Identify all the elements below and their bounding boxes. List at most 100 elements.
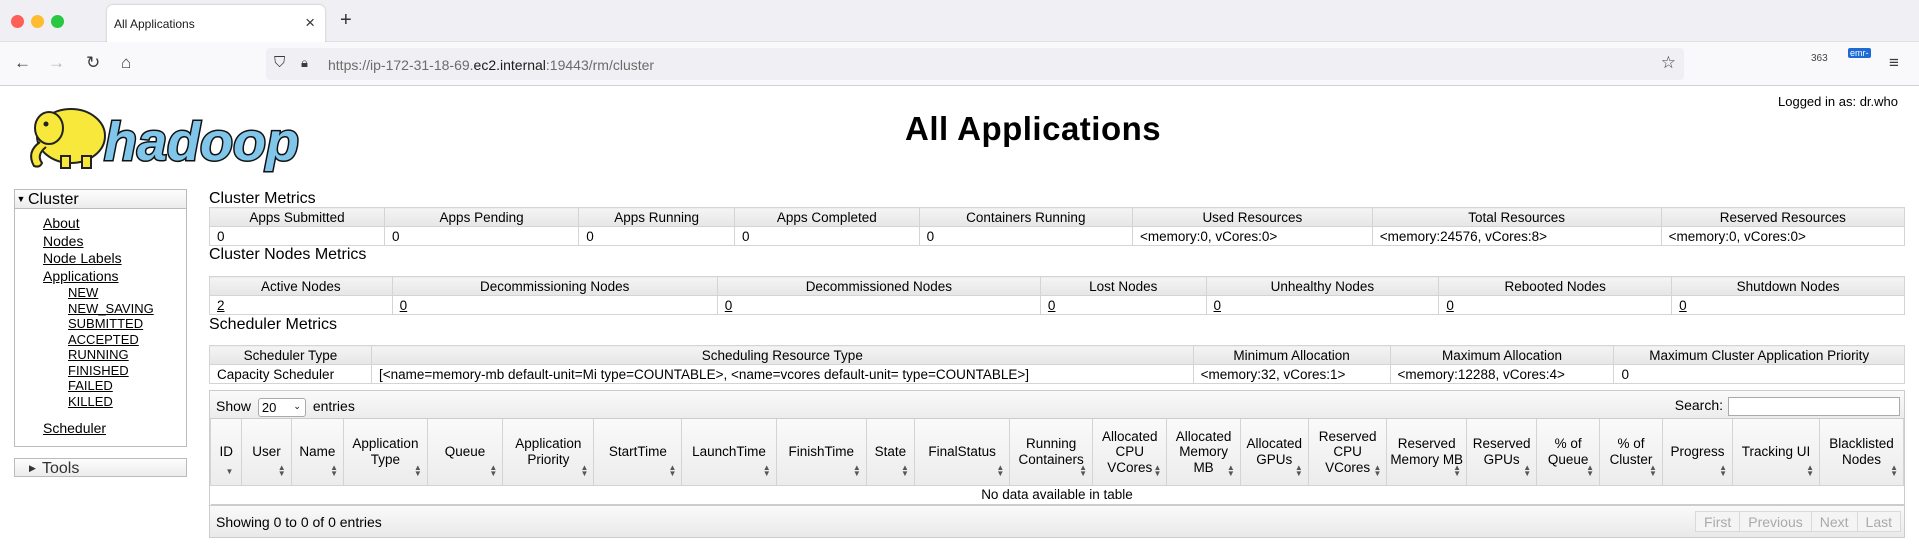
column-header-reserved-gpus[interactable]: Reserved GPUs ▲ ▼ bbox=[1465, 419, 1538, 486]
sidebar-item-running[interactable]: RUNNING bbox=[68, 347, 186, 363]
sidebar-item-new[interactable]: NEW bbox=[68, 285, 186, 301]
sidebar-item-accepted[interactable]: ACCEPTED bbox=[68, 332, 186, 348]
extension-icon[interactable]: 363 bbox=[1811, 53, 1828, 64]
nodes_metrics-value-rebooted-nodes: 0 bbox=[1438, 295, 1673, 315]
column-label: Queue bbox=[444, 444, 486, 459]
pagination: First Previous Next Last bbox=[1695, 510, 1901, 532]
sidebar: ▼ Cluster About Nodes Node Labels Applica… bbox=[14, 189, 187, 477]
nodes_metrics-link-active-nodes[interactable]: 2 bbox=[217, 298, 225, 313]
column-header-of-queue[interactable]: % of Queue ▲ ▼ bbox=[1536, 419, 1601, 486]
reload-icon[interactable]: ↻ bbox=[86, 54, 100, 72]
column-header-allocated-memory-mb[interactable]: Allocated Memory MB ▲ ▼ bbox=[1166, 419, 1241, 486]
pager-next-button[interactable]: Next bbox=[1810, 510, 1858, 532]
zoom-window-button[interactable] bbox=[51, 15, 64, 28]
scheduler_metrics-value-maximum-allocation: <memory:12288, vCores:4> bbox=[1389, 364, 1615, 384]
cluster_metrics-value-reserved-resources: <memory:0, vCores:0> bbox=[1660, 226, 1906, 246]
close-tab-icon[interactable]: × bbox=[305, 13, 315, 33]
column-header-state[interactable]: State ▲ ▼ bbox=[865, 419, 915, 486]
address-bar[interactable]: ⛉ 🔒︎ https://ip-172-31-18-69.ec2.interna… bbox=[266, 48, 1684, 80]
column-header-tracking-ui[interactable]: Tracking UI ▲ ▼ bbox=[1732, 419, 1821, 486]
sidebar-item-new-saving[interactable]: NEW_SAVING bbox=[68, 301, 186, 317]
nodes_metrics-link-lost-nodes[interactable]: 0 bbox=[1048, 298, 1056, 313]
browser-tab[interactable]: All Applications × bbox=[107, 5, 325, 43]
forward-icon[interactable]: → bbox=[48, 54, 65, 72]
nodes_metrics-value-shutdown-nodes: 0 bbox=[1671, 295, 1905, 315]
url-text[interactable]: https://ip-172-31-18-69.ec2.internal:194… bbox=[328, 57, 654, 73]
lock-icon[interactable]: 🔒︎ bbox=[301, 54, 308, 72]
nodes_metrics-link-decommissioned-nodes[interactable]: 0 bbox=[725, 298, 733, 313]
new-tab-icon[interactable]: + bbox=[340, 9, 352, 32]
chevron-down-icon: ⌄ bbox=[293, 401, 301, 411]
column-header-finalstatus[interactable]: FinalStatus ▲ ▼ bbox=[913, 419, 1011, 486]
column-header-queue[interactable]: Queue ▲ ▼ bbox=[426, 419, 504, 486]
column-header-starttime[interactable]: StartTime ▲ ▼ bbox=[593, 419, 683, 486]
column-header-application-type[interactable]: Application Type ▲ ▼ bbox=[343, 419, 428, 486]
nodes_metrics-link-decommissioning-nodes[interactable]: 0 bbox=[400, 298, 408, 313]
column-header-application-priority[interactable]: Application Priority ▲ ▼ bbox=[502, 419, 595, 486]
column-header-blacklisted-nodes[interactable]: Blacklisted Nodes ▲ ▼ bbox=[1819, 419, 1904, 486]
pager-last-button[interactable]: Last bbox=[1856, 510, 1901, 532]
column-header-user[interactable]: User ▲ ▼ bbox=[241, 419, 292, 486]
column-header-id[interactable]: ID ▼ bbox=[209, 419, 243, 486]
sidebar-item-killed[interactable]: KILLED bbox=[68, 394, 186, 410]
cluster_metrics-header-apps-completed: Apps Completed bbox=[734, 207, 920, 227]
column-label: User bbox=[252, 444, 281, 459]
sort-icon: ▲ ▼ bbox=[852, 462, 861, 478]
main-content: Cluster Metrics Apps Submitted Apps Pendi… bbox=[209, 190, 1906, 538]
column-header-reserved-cpu-vcores[interactable]: Reserved CPU VCores ▲ ▼ bbox=[1307, 419, 1388, 486]
page-length-control: Show 20 ⌄ entries bbox=[216, 398, 355, 417]
sidebar-item-node-labels[interactable]: Node Labels bbox=[43, 250, 186, 268]
table-info: Showing 0 to 0 of 0 entries bbox=[216, 513, 382, 530]
column-header-finishtime[interactable]: FinishTime ▲ ▼ bbox=[775, 419, 867, 486]
column-label: Running Containers bbox=[1018, 436, 1084, 467]
column-header-launchtime[interactable]: LaunchTime ▲ ▼ bbox=[681, 419, 777, 486]
home-icon[interactable]: ⌂ bbox=[121, 54, 131, 72]
nodes_metrics-link-shutdown-nodes[interactable]: 0 bbox=[1679, 298, 1687, 313]
sidebar-item-failed[interactable]: FAILED bbox=[68, 378, 186, 394]
column-header-reserved-memory-mb[interactable]: Reserved Memory MB ▲ ▼ bbox=[1386, 419, 1467, 486]
menu-icon[interactable]: ≡ bbox=[1889, 54, 1899, 72]
nodes-metrics-title: Cluster Nodes Metrics bbox=[209, 246, 367, 263]
emr-extension-icon[interactable]: emr- bbox=[1848, 48, 1871, 58]
sidebar-cluster-header[interactable]: ▼ Cluster bbox=[15, 190, 186, 209]
column-header-running-containers[interactable]: Running Containers ▲ ▼ bbox=[1009, 419, 1094, 486]
sort-icon: ▲ ▼ bbox=[330, 462, 339, 478]
scheduler-metrics-table: Scheduler Type Scheduling Resource Type Mi… bbox=[209, 345, 1905, 384]
column-header-progress[interactable]: Progress ▲ ▼ bbox=[1661, 419, 1734, 486]
cluster_metrics-header-apps-running: Apps Running bbox=[578, 207, 736, 227]
column-header-allocated-gpus[interactable]: Allocated GPUs ▲ ▼ bbox=[1239, 419, 1309, 486]
sort-icon: ▲ ▼ bbox=[580, 462, 589, 478]
scheduler_metrics-value-scheduler-type: Capacity Scheduler bbox=[209, 364, 372, 384]
sidebar-item-scheduler[interactable]: Scheduler bbox=[43, 420, 186, 438]
page-length-select[interactable]: 20 ⌄ bbox=[257, 398, 306, 417]
column-header-allocated-cpu-vcores[interactable]: Allocated CPU VCores ▲ ▼ bbox=[1092, 419, 1168, 486]
cluster_metrics-header-containers-running: Containers Running bbox=[918, 207, 1133, 227]
minimize-window-button[interactable] bbox=[31, 15, 44, 28]
table-controls: Show 20 ⌄ entries Search: bbox=[210, 391, 1904, 419]
column-header-of-cluster[interactable]: % of Cluster ▲ ▼ bbox=[1599, 419, 1663, 486]
sidebar-item-finished[interactable]: FINISHED bbox=[68, 363, 186, 379]
column-label: Application Type bbox=[352, 436, 419, 467]
sidebar-item-submitted[interactable]: SUBMITTED bbox=[68, 316, 186, 332]
nodes_metrics-link-rebooted-nodes[interactable]: 0 bbox=[1446, 298, 1454, 313]
pager-first-button[interactable]: First bbox=[1695, 510, 1741, 532]
search-input[interactable] bbox=[1728, 397, 1900, 416]
applications-table: ID ▼ User ▲ ▼ Name ▲ ▼ Application Type ▲ ▼ Queue ▲ ▼… bbox=[209, 419, 1904, 505]
pager-previous-button[interactable]: Previous bbox=[1739, 510, 1812, 532]
page-content: Logged in as: dr.who hadoop All Applicat… bbox=[0, 86, 1919, 550]
sidebar-item-applications[interactable]: Applications bbox=[43, 268, 186, 286]
close-window-button[interactable] bbox=[11, 15, 24, 28]
nodes_metrics-link-unhealthy-nodes[interactable]: 0 bbox=[1214, 298, 1222, 313]
applications-table-wrapper: Show 20 ⌄ entries Search: ID ▼ User ▲ ▼ Name ▲ ▼… bbox=[209, 390, 1905, 506]
nodes_metrics-value-lost-nodes: 0 bbox=[1039, 295, 1207, 315]
scheduler_metrics-value-maximum-cluster-application-priority: 0 bbox=[1613, 364, 1905, 384]
sidebar-tools-header[interactable]: ▶ Tools bbox=[14, 457, 187, 477]
column-header-name[interactable]: Name ▲ ▼ bbox=[290, 419, 345, 486]
back-icon[interactable]: ← bbox=[14, 54, 31, 72]
bookmark-star-icon[interactable]: ☆ bbox=[1661, 54, 1676, 72]
sidebar-item-nodes[interactable]: Nodes bbox=[43, 233, 186, 251]
shield-icon[interactable]: ⛉ bbox=[274, 54, 285, 72]
sidebar-item-about[interactable]: About bbox=[43, 215, 186, 233]
hadoop-logo[interactable]: hadoop bbox=[16, 94, 316, 174]
cluster_metrics-value-apps-completed: 0 bbox=[734, 226, 920, 246]
